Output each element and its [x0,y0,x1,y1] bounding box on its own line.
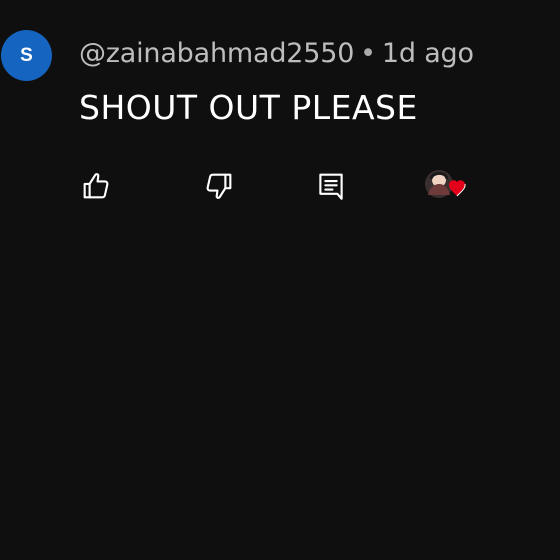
meta-separator: • [360,38,376,69]
creator-heart-badge [421,164,469,208]
avatar[interactable]: S [1,30,52,81]
thumbs-down-icon [202,169,236,203]
dislike-button[interactable] [199,164,239,208]
reply-comment-icon [314,169,348,203]
comment-actions [0,164,560,214]
thumbs-up-icon [79,169,113,203]
reply-button[interactable] [311,164,351,208]
creator-heart-icon [421,164,469,208]
comment-meta: @zainabahmad2550 • 1d ago [79,38,474,69]
like-button[interactable] [76,164,116,208]
comment-time: 1d ago [381,38,474,69]
username[interactable]: @zainabahmad2550 [79,38,354,69]
comment-card: S @zainabahmad2550 • 1d ago SHOUT OUT PLEA… [0,0,560,560]
comment-text: SHOUT OUT PLEASE [79,88,418,127]
